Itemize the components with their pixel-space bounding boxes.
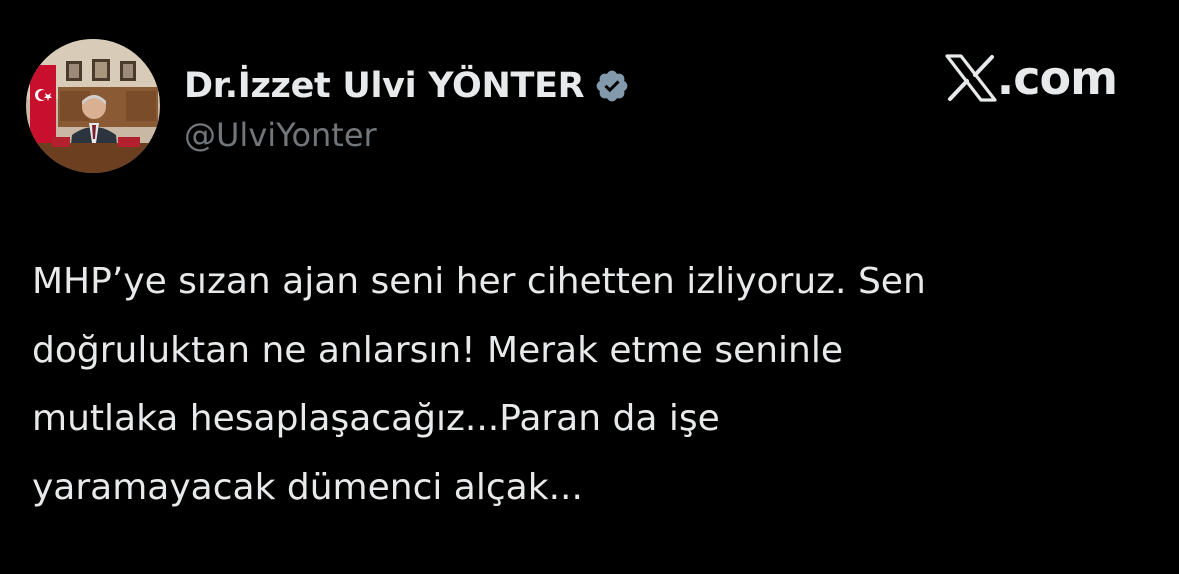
tweet-card: Dr.İzzet Ulvi YÖNTER @UlviYonter .com MH… — [0, 0, 1179, 574]
brand-watermark: .com — [945, 50, 1118, 106]
x-logo-icon — [945, 54, 997, 102]
brand-domain: .com — [996, 51, 1118, 105]
name-row: Dr.İzzet Ulvi YÖNTER — [184, 58, 630, 114]
tweet-text-line: yaramayacak dümenci alçak... — [32, 466, 583, 508]
author-identity: Dr.İzzet Ulvi YÖNTER @UlviYonter — [184, 58, 630, 154]
tweet-header: Dr.İzzet Ulvi YÖNTER @UlviYonter — [26, 38, 630, 174]
author-display-name[interactable]: Dr.İzzet Ulvi YÖNTER — [184, 66, 585, 106]
verified-badge-icon — [594, 68, 630, 104]
author-handle[interactable]: @UlviYonter — [184, 116, 630, 154]
profile-photo-icon — [26, 39, 160, 173]
tweet-text-line: mutlaka hesaplaşacağız...Paran da işe — [32, 398, 720, 439]
tweet-text: MHP’ye sızan ajan seni her cihetten izli… — [32, 248, 1152, 522]
avatar[interactable] — [26, 39, 160, 173]
tweet-text-line: MHP’ye sızan ajan seni her cihetten izli… — [32, 261, 926, 302]
tweet-text-line: doğruluktan ne anlarsın! Merak etme seni… — [32, 329, 844, 371]
